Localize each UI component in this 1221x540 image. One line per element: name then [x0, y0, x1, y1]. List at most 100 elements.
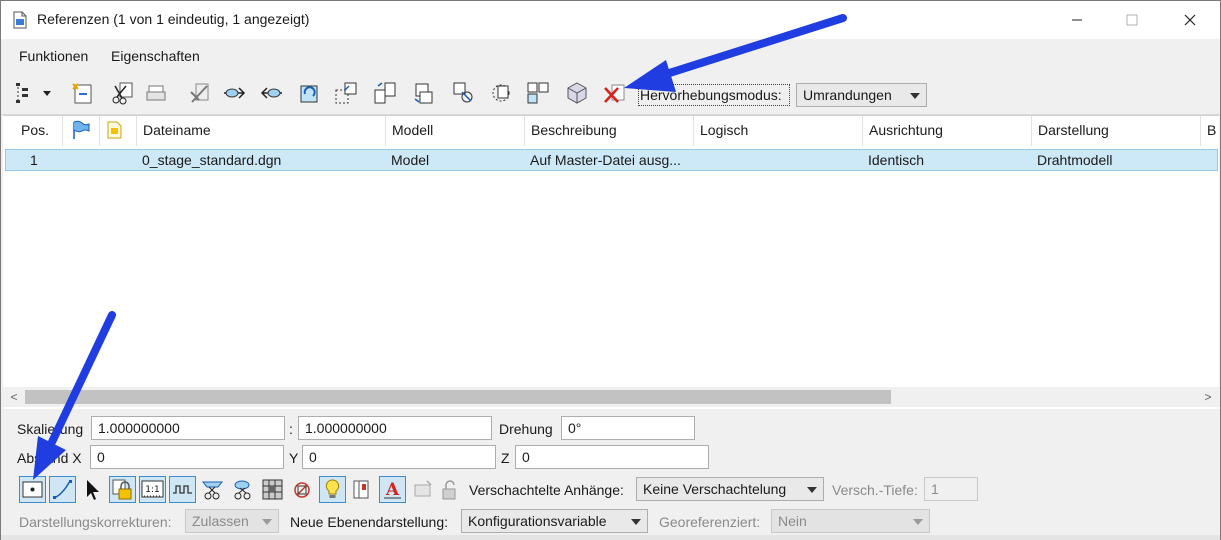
table-row[interactable]: 1 0_stage_standard.dgn Model Auf Master-… [5, 149, 1218, 171]
col-header-darstellung[interactable]: Darstellung [1032, 116, 1201, 146]
offset-x-label: Abstand X [17, 450, 82, 466]
scale-icon [335, 82, 357, 104]
line-style-toggle-button[interactable] [169, 476, 196, 503]
rotation-input[interactable]: 0° [561, 416, 695, 440]
mirror-vertical-button[interactable] [409, 78, 439, 108]
cell-modell: Model [391, 152, 430, 168]
references-window: Referenzen (1 von 1 eindeutig, 1 angezei… [0, 0, 1221, 540]
move-icon [224, 87, 246, 99]
svg-text:A: A [385, 480, 400, 500]
offset-z-input[interactable]: 0 [515, 445, 709, 469]
table-header: Pos. Dateiname Modell Beschreibung Logis… [3, 116, 1219, 146]
detach-button[interactable] [108, 78, 138, 108]
minimize-button[interactable] [1054, 1, 1100, 39]
scale-master-input[interactable]: 1.000000000 [91, 416, 285, 440]
col-header-logisch[interactable]: Logisch [694, 116, 863, 146]
move-button[interactable] [219, 78, 249, 108]
cell-ausrichtung: Identisch [868, 152, 925, 168]
lock-toggle-button[interactable] [109, 476, 136, 503]
maximize-icon [1126, 14, 1138, 26]
offset-x-input[interactable]: 0 [90, 445, 284, 469]
scrollbar-thumb[interactable] [25, 390, 891, 404]
copy-button[interactable] [257, 78, 287, 108]
text-toggle-button[interactable]: A [379, 476, 406, 503]
close-button[interactable] [1167, 1, 1213, 39]
disabled-edit-button[interactable] [409, 476, 436, 503]
menu-eigenschaften[interactable]: Eigenschaften [111, 48, 200, 64]
maximize-button[interactable] [1109, 1, 1155, 39]
cell-pos: 1 [30, 152, 38, 168]
clip-mask-button[interactable] [486, 78, 516, 108]
edit-disabled-icon [414, 480, 432, 497]
document-icon [13, 11, 27, 29]
display-raster-toggle-button[interactable] [319, 476, 346, 503]
scale-label: Skalierung [17, 421, 84, 437]
chevron-down-icon [913, 519, 923, 525]
display-icon [22, 481, 43, 498]
use-lights-toggle-button[interactable] [349, 476, 376, 503]
highlight-mode-select[interactable]: Umrandungen [796, 83, 927, 107]
col-header-b[interactable]: B [1201, 116, 1219, 146]
clip-delete-button[interactable] [523, 78, 553, 108]
clip-back-toggle-button[interactable] [229, 476, 256, 503]
snap-toggle-button[interactable] [49, 476, 76, 503]
attach-reference-button[interactable] [67, 78, 97, 108]
flag-icon [73, 120, 90, 139]
col-header-ausrichtung[interactable]: Ausrichtung [863, 116, 1032, 146]
col-header-flag[interactable] [63, 116, 100, 146]
clip-front-toggle-button[interactable] [199, 476, 226, 503]
3d-button[interactable] [562, 78, 592, 108]
tree-view-dropdown[interactable] [7, 78, 57, 108]
offset-y-input[interactable]: 0 [302, 445, 496, 469]
menu-bar: Funktionen Eigenschaften [1, 39, 1220, 73]
display-overrides-value: Zulassen [192, 513, 249, 529]
cell-darstellung: Drahtmodell [1037, 152, 1113, 168]
delete-attachment-button[interactable] [599, 78, 629, 108]
printer-icon [146, 85, 166, 101]
highlight-mode-value: Umrandungen [803, 87, 892, 103]
references-table: Pos. Dateiname Modell Beschreibung Logis… [3, 115, 1219, 409]
scroll-left-arrow[interactable]: < [5, 388, 23, 406]
nesting-depth-input[interactable]: 1 [924, 477, 978, 501]
true-scale-toggle-button[interactable]: 1:1 [139, 476, 166, 503]
window-title: Referenzen (1 von 1 eindeutig, 1 angezei… [37, 11, 310, 27]
cell-dateiname: 0_stage_standard.dgn [142, 152, 282, 168]
no-attachment-icon [294, 482, 310, 498]
display-overrides-select[interactable]: Zulassen [185, 509, 279, 533]
georeferenced-select[interactable]: Nein [771, 509, 930, 533]
col-header-status[interactable] [100, 116, 137, 146]
rotate-button[interactable] [295, 78, 325, 108]
document-levels-icon [353, 480, 369, 499]
menu-funktionen[interactable]: Funktionen [19, 48, 88, 64]
scale-ratio-separator: : [289, 421, 293, 437]
snap-line-icon [53, 480, 72, 499]
scroll-right-arrow[interactable]: > [1199, 388, 1217, 406]
col-header-pos[interactable]: Pos. [3, 116, 63, 146]
clip-back-icon [234, 480, 251, 500]
col-header-dateiname[interactable]: Dateiname [137, 116, 386, 146]
line-style-icon [173, 485, 192, 494]
cube-icon [567, 82, 587, 104]
clip-boundary-button[interactable] [448, 78, 478, 108]
nested-attachments-select[interactable]: Keine Verschachtelung [636, 477, 824, 501]
ignore-attachment-toggle-button[interactable] [289, 476, 316, 503]
rotation-label: Drehung [499, 421, 553, 437]
grid-icon [262, 479, 283, 500]
raster-toggle-button[interactable] [259, 476, 286, 503]
unlock-button[interactable] [437, 476, 464, 503]
col-header-modell[interactable]: Modell [386, 116, 525, 146]
display-toggle-button[interactable] [19, 476, 46, 503]
col-header-beschreibung[interactable]: Beschreibung [525, 116, 694, 146]
mirror-horizontal-button[interactable] [370, 78, 400, 108]
scale-reference-input[interactable]: 1.000000000 [298, 416, 492, 440]
reload-button[interactable] [141, 78, 171, 108]
svg-text:1:1: 1:1 [145, 485, 159, 495]
scale-button[interactable] [331, 78, 361, 108]
new-level-display-select[interactable]: Konfigurationsvariable [461, 509, 648, 533]
display-overrides-label: Darstellungskorrekturen: [19, 514, 172, 530]
exchange-button[interactable] [185, 78, 215, 108]
horizontal-scrollbar[interactable]: < > [3, 387, 1219, 407]
close-icon [1184, 14, 1196, 26]
locate-toggle-button[interactable] [79, 476, 106, 503]
new-level-display-label: Neue Ebenendarstellung: [290, 514, 449, 530]
